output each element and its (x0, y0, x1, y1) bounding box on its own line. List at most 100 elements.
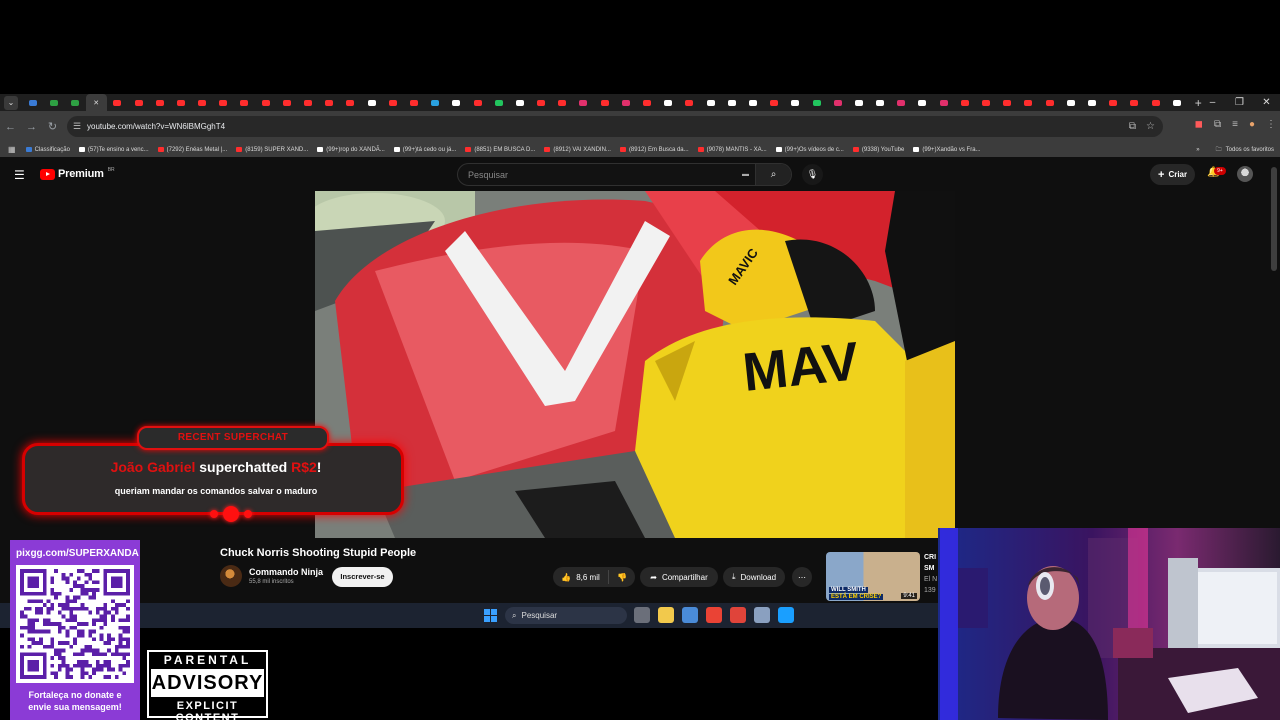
browser-tab[interactable] (22, 94, 43, 111)
browser-tab[interactable] (1124, 94, 1145, 111)
channel-avatar[interactable] (220, 565, 242, 587)
browser-tab[interactable] (255, 94, 276, 111)
bookmark-item[interactable]: (57)Te ensino a venc... (78, 147, 149, 153)
bookmark-item[interactable]: (9338) YouTube (852, 147, 904, 153)
browser-tab[interactable] (891, 94, 912, 111)
address-bar[interactable]: ☰ youtube.com/watch?v=WN6lBMGghT4 ⧉ ☆ (67, 116, 1163, 137)
taskbar-app-icon[interactable] (658, 607, 674, 623)
extension-red-icon[interactable]: ◼ (1195, 119, 1203, 130)
bookmark-item[interactable]: (99+)Xandão vs Fra... (913, 147, 981, 153)
browser-tab[interactable] (848, 94, 869, 111)
browser-tab[interactable] (1018, 94, 1039, 111)
browser-tab[interactable] (64, 94, 85, 111)
browser-tab[interactable] (1060, 94, 1081, 111)
tab-active[interactable]: ✕ (85, 94, 107, 111)
profile-icon[interactable]: ● (1249, 119, 1255, 130)
install-app-icon[interactable]: ⧉ (1129, 121, 1136, 132)
browser-tab[interactable] (997, 94, 1018, 111)
browser-tab[interactable] (382, 94, 403, 111)
browser-tab[interactable] (213, 94, 234, 111)
browser-tab[interactable] (764, 94, 785, 111)
browser-tab[interactable] (425, 94, 446, 111)
chevron-right-icon[interactable]: » (1196, 147, 1199, 153)
like-button[interactable]: 👍 8,6 mil (553, 570, 609, 584)
close-icon[interactable]: ✕ (93, 99, 99, 107)
browser-tab[interactable] (234, 94, 255, 111)
browser-tab[interactable] (573, 94, 594, 111)
avatar[interactable] (1237, 166, 1253, 182)
browser-tab[interactable] (933, 94, 954, 111)
back-icon[interactable]: ← (0, 121, 21, 133)
browser-tab[interactable] (107, 94, 128, 111)
recommended-info[interactable]: CRI SM El N 139 (924, 552, 937, 596)
browser-tab[interactable] (975, 94, 996, 111)
tab-search-dropdown-icon[interactable]: ⌄ (4, 95, 18, 110)
browser-tab[interactable] (721, 94, 742, 111)
browser-tab[interactable] (954, 94, 975, 111)
browser-tab[interactable] (742, 94, 763, 111)
bookmark-item[interactable]: (99+)tá cedo ou já... (393, 147, 456, 153)
browser-tab[interactable] (912, 94, 933, 111)
taskbar-app-icon[interactable] (634, 607, 650, 623)
browser-tab[interactable] (170, 94, 191, 111)
browser-tab[interactable] (1145, 94, 1166, 111)
subscribe-button[interactable]: Inscrever-se (332, 567, 393, 587)
browser-tab[interactable] (192, 94, 213, 111)
bookmark-item[interactable]: Classificação (25, 147, 70, 153)
browser-tab[interactable] (552, 94, 573, 111)
more-actions-button[interactable]: ⋯ (792, 567, 812, 587)
browser-tab[interactable] (340, 94, 361, 111)
browser-tab[interactable] (658, 94, 679, 111)
dislike-button[interactable]: 👎 (609, 573, 635, 582)
bookmark-item[interactable]: (7292) Enéas Metal |... (157, 147, 227, 153)
browser-tab[interactable] (785, 94, 806, 111)
taskbar-app-icon[interactable] (730, 607, 746, 623)
search-input[interactable]: Pesquisar ▬ ⌕ (457, 163, 792, 186)
browser-tab[interactable] (1166, 94, 1187, 111)
channel-name[interactable]: Commando Ninja (249, 567, 323, 577)
bookmark-item[interactable]: (8912) VAI XANDIN... (544, 147, 611, 153)
browser-tab[interactable] (679, 94, 700, 111)
youtube-logo[interactable]: Premium BR (40, 167, 115, 180)
browser-tab[interactable] (827, 94, 848, 111)
download-button[interactable]: ⤓ Download (723, 567, 785, 587)
bookmark-star-icon[interactable]: ☆ (1146, 121, 1155, 132)
apps-grid-icon[interactable]: ▦ (8, 145, 16, 154)
all-bookmarks[interactable]: » 🗀 Todos os favoritos (1196, 142, 1274, 157)
browser-tab[interactable] (128, 94, 149, 111)
share-button[interactable]: ➦ Compartilhar (640, 567, 718, 587)
browser-tab[interactable] (700, 94, 721, 111)
browser-tab[interactable] (806, 94, 827, 111)
minimize-icon[interactable]: – (1199, 94, 1226, 111)
search-button[interactable]: ⌕ (755, 164, 791, 185)
browser-tab[interactable] (361, 94, 382, 111)
bookmark-item[interactable]: (8159) SUPER XAND... (236, 147, 308, 153)
taskbar-search[interactable]: ⌕ Pesquisar (505, 607, 627, 624)
browser-tab[interactable] (594, 94, 615, 111)
browser-tab[interactable] (1081, 94, 1102, 111)
taskbar-app-icon[interactable] (754, 607, 770, 623)
browser-tab[interactable] (615, 94, 636, 111)
reload-icon[interactable]: ↻ (42, 120, 63, 133)
browser-tab[interactable] (636, 94, 657, 111)
media-controls-icon[interactable]: ≡ (1232, 119, 1238, 130)
taskbar-app-icon[interactable] (778, 607, 794, 623)
menu-icon[interactable]: ☰ (14, 168, 25, 182)
browser-tab[interactable] (276, 94, 297, 111)
browser-tab[interactable] (870, 94, 891, 111)
maximize-icon[interactable]: ❐ (1226, 94, 1253, 111)
browser-tab[interactable] (531, 94, 552, 111)
bookmark-item[interactable]: (99+)rop do XANDÃ... (317, 147, 385, 153)
browser-tab[interactable] (446, 94, 467, 111)
extensions-puzzle-icon[interactable]: ⧉ (1214, 119, 1221, 130)
create-button[interactable]: + Criar (1150, 164, 1196, 185)
browser-tab[interactable] (149, 94, 170, 111)
browser-tab[interactable] (297, 94, 318, 111)
browser-tab[interactable] (319, 94, 340, 111)
bookmark-item[interactable]: (9078) MANTIS - XA... (697, 147, 767, 153)
site-info-icon[interactable]: ☰ (67, 121, 87, 132)
all-bookmarks-label[interactable]: Todos os favoritos (1226, 147, 1274, 153)
taskbar-app-icon[interactable] (706, 607, 722, 623)
bookmark-item[interactable]: (8912) Em Busca da... (619, 147, 689, 153)
keyboard-icon[interactable]: ▬ (742, 171, 749, 178)
